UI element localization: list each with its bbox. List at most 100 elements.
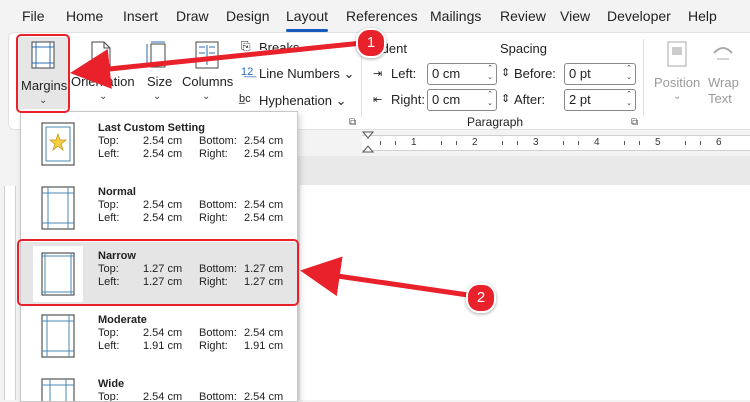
- hyphenation-button[interactable]: Hyphenation ⌄: [259, 93, 347, 109]
- right-value: 2.54 cm: [244, 148, 284, 160]
- size-icon: [146, 41, 166, 68]
- ruler-tick: [395, 141, 396, 145]
- top-label: Top:: [98, 199, 119, 211]
- right-label: Right:: [199, 148, 228, 160]
- line-numbers-icon: 1̲2̲: [241, 66, 254, 78]
- indent-right-value: 0 cm: [432, 92, 461, 107]
- bottom-value: 2.54 cm: [244, 135, 284, 147]
- spinner-arrows-icon[interactable]: ⌃ ⌄: [487, 64, 493, 82]
- indent-marker-icon[interactable]: [362, 131, 374, 153]
- ruler-number: 1: [411, 137, 417, 148]
- ruler-number: 3: [533, 137, 539, 148]
- spacing-after-input[interactable]: 2 pt ⌃ ⌄: [564, 89, 636, 111]
- spinner-arrows-icon[interactable]: ⌃ ⌄: [626, 90, 632, 108]
- ruler-number: 4: [594, 137, 600, 148]
- left-label: Left:: [98, 212, 120, 224]
- top-value: 2.54 cm: [143, 135, 183, 147]
- margin-option-normal[interactable]: Normal Top: 2.54 cm Bottom: 2.54 cm Left…: [21, 178, 297, 242]
- moderate-margin-icon: [41, 314, 75, 358]
- tab-layout[interactable]: Layout: [286, 8, 328, 24]
- spacing-before-icon: ⇕: [501, 67, 511, 79]
- bottom-value: 2.54 cm: [244, 199, 284, 211]
- top-label: Top:: [98, 135, 119, 147]
- breaks-icon: ⎘: [241, 39, 251, 53]
- chevron-down-icon: ⌄: [153, 91, 162, 102]
- tab-insert[interactable]: Insert: [123, 8, 158, 24]
- paragraph-launcher-icon[interactable]: ⧉: [631, 117, 638, 128]
- margin-option-wide[interactable]: Wide Top: 2.54 cm Bottom: 2.54 cm: [21, 370, 297, 401]
- vertical-ruler[interactable]: [4, 186, 16, 400]
- indent-left-label: Left:: [391, 66, 417, 81]
- page-setup-launcher-icon[interactable]: ⧉: [349, 117, 356, 128]
- breaks-button[interactable]: Breaks: [259, 40, 299, 50]
- ruler-tick: [578, 141, 579, 145]
- indent-left-input[interactable]: 0 cm ⌃ ⌄: [427, 63, 497, 85]
- ruler-tick: [700, 141, 701, 145]
- tab-design[interactable]: Design: [226, 8, 270, 24]
- tab-help[interactable]: Help: [688, 8, 717, 24]
- ruler-tick: [456, 141, 457, 145]
- tab-developer[interactable]: Developer: [607, 8, 671, 24]
- tab-references[interactable]: References: [346, 8, 418, 24]
- step-badge-2: 2: [466, 283, 496, 313]
- margin-option-last-custom[interactable]: Last Custom Setting Top: 2.54 cm Bottom:…: [21, 114, 297, 178]
- wide-margin-icon: [41, 378, 75, 401]
- wrap-text-line1[interactable]: Wrap: [708, 75, 739, 90]
- document-page[interactable]: [300, 185, 750, 400]
- hyphenation-icon: b̲c: [239, 93, 251, 105]
- spacing-after-label: After:: [514, 92, 546, 107]
- tab-mailings[interactable]: Mailings: [430, 8, 481, 24]
- option-name: Wide: [98, 378, 125, 390]
- top-label: Top:: [98, 327, 119, 339]
- top-value: 2.54 cm: [143, 199, 183, 211]
- position-button[interactable]: Position: [654, 75, 700, 90]
- left-value: 2.54 cm: [143, 212, 183, 224]
- tab-file[interactable]: File: [22, 8, 45, 24]
- horizontal-ruler[interactable]: 1 2 3 4 5 6: [362, 135, 750, 151]
- indent-left-value: 0 cm: [432, 66, 461, 81]
- tab-review[interactable]: Review: [500, 8, 546, 24]
- left-label: Left:: [98, 148, 120, 160]
- normal-margin-icon: [41, 186, 75, 230]
- ruler-number: 6: [716, 137, 722, 148]
- line-numbers-button[interactable]: Line Numbers ⌄: [259, 66, 354, 82]
- bottom-value: 2.54 cm: [244, 327, 284, 339]
- wrap-text-icon: [713, 47, 733, 60]
- spacing-before-value: 0 pt: [569, 66, 591, 81]
- narrow-highlight: [17, 239, 299, 306]
- option-name: Normal: [98, 186, 136, 198]
- ruler-tick: [563, 141, 564, 145]
- tab-view[interactable]: View: [560, 8, 590, 24]
- ruler-tick: [624, 141, 625, 145]
- spinner-arrows-icon[interactable]: ⌃ ⌄: [626, 64, 632, 82]
- right-value: 2.54 cm: [244, 212, 284, 224]
- indent-right-input[interactable]: 0 cm ⌃ ⌄: [427, 89, 497, 111]
- spinner-arrows-icon[interactable]: ⌃ ⌄: [487, 90, 493, 108]
- indent-right-icon: ⇤: [373, 94, 383, 106]
- spacing-heading: Spacing: [500, 41, 547, 56]
- margins-highlight: [16, 34, 70, 113]
- right-label: Right:: [199, 340, 228, 352]
- ruler-number: 2: [472, 137, 478, 148]
- last-custom-margin-icon: [41, 122, 75, 166]
- tab-draw[interactable]: Draw: [176, 8, 209, 24]
- columns-icon: [195, 41, 219, 69]
- margin-option-moderate[interactable]: Moderate Top: 2.54 cm Bottom: 2.54 cm Le…: [21, 306, 297, 370]
- top-value: 2.54 cm: [143, 327, 183, 339]
- indent-left-icon: ⇥: [373, 68, 383, 80]
- right-value: 1.91 cm: [244, 340, 284, 352]
- size-button[interactable]: Size: [147, 74, 172, 89]
- wrap-text-line2[interactable]: Text: [708, 91, 732, 106]
- columns-button[interactable]: Columns: [182, 74, 233, 89]
- chevron-down-icon: ⌄: [673, 91, 682, 102]
- orientation-button[interactable]: Orientation: [71, 74, 135, 89]
- spacing-before-input[interactable]: 0 pt ⌃ ⌄: [564, 63, 636, 85]
- option-name: Moderate: [98, 314, 147, 326]
- option-name: Last Custom Setting: [98, 122, 205, 134]
- group-separator: [643, 39, 644, 117]
- tab-home[interactable]: Home: [66, 8, 103, 24]
- bottom-label: Bottom:: [199, 135, 237, 147]
- spacing-after-value: 2 pt: [569, 92, 591, 107]
- spacing-before-label: Before:: [514, 66, 556, 81]
- indent-right-label: Right:: [391, 92, 425, 107]
